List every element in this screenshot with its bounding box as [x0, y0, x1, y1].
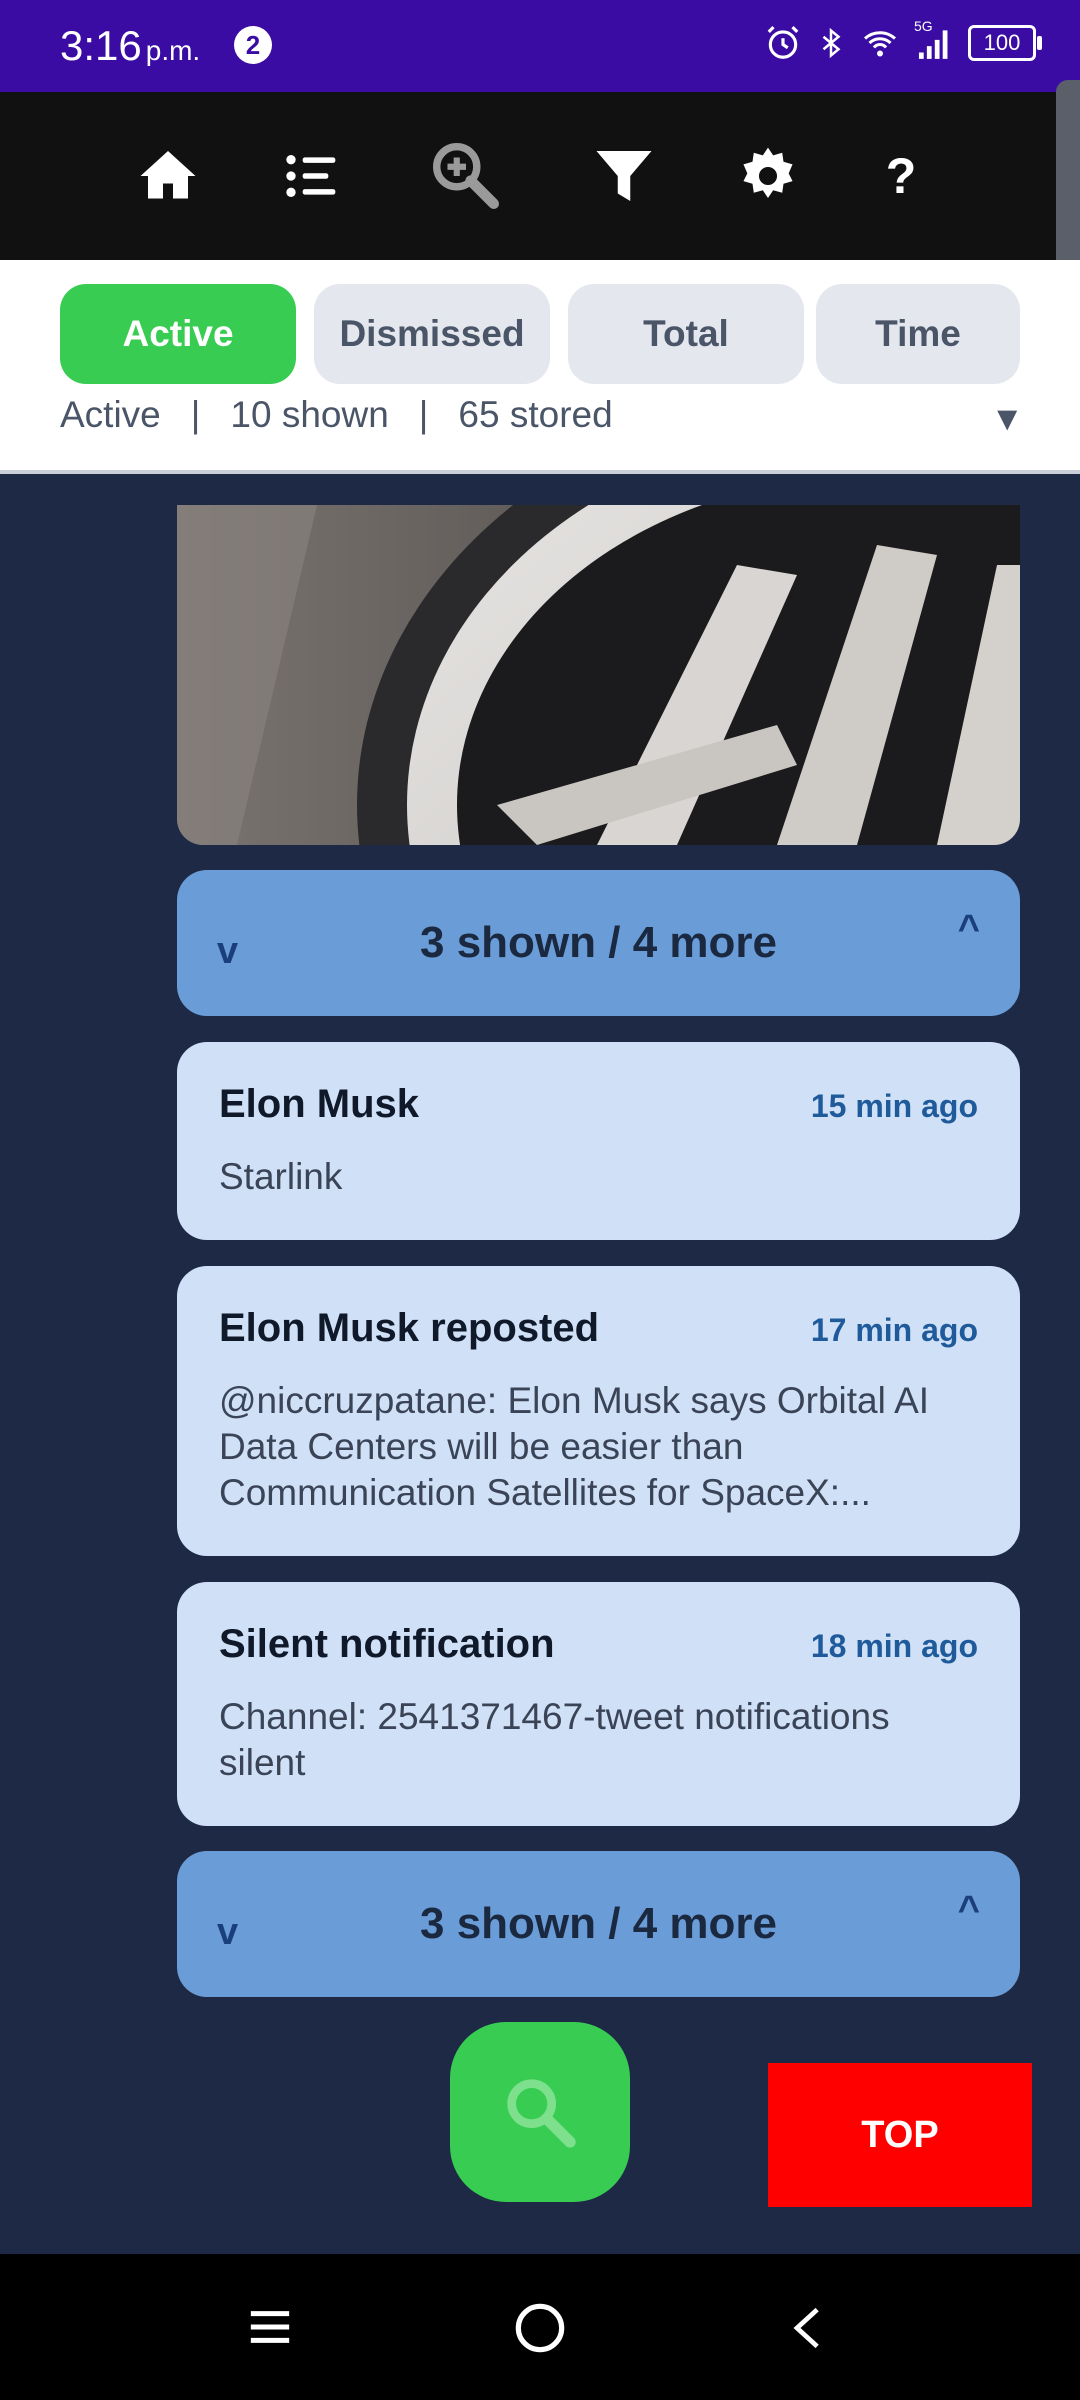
search-icon	[507, 2079, 576, 2148]
wifi-icon	[864, 31, 896, 57]
help-icon[interactable]: ?	[861, 136, 941, 216]
summary-state: Active	[60, 394, 161, 435]
battery-indicator: 100	[968, 25, 1042, 61]
separator: |	[418, 394, 429, 435]
tab-time[interactable]: Time	[816, 284, 1020, 384]
clock: 3:16 p.m.	[60, 22, 201, 69]
notification-body: Starlink	[219, 1156, 343, 1197]
group-header[interactable]: v 3 shown / 4 more ^	[177, 1851, 1020, 1997]
summary-shown: 10 shown	[230, 394, 389, 435]
menu-icon[interactable]	[246, 2304, 294, 2350]
group-header[interactable]: v 3 shown / 4 more ^	[177, 870, 1020, 1016]
summary-line: Active | 10 shown | 65 stored	[60, 394, 613, 436]
network-type: 5G	[914, 18, 933, 34]
alarm-icon	[767, 26, 799, 59]
notification-time: 15 min ago	[810, 1088, 978, 1124]
group-count-label: 3 shown / 4 more	[420, 918, 777, 967]
filter-bar: Active Dismissed Total Time Active | 10 sh…	[0, 260, 1080, 470]
notification-body: @niccruzpatane: Elon Musk says Orbital A…	[219, 1380, 930, 1513]
back-icon[interactable]	[786, 2302, 830, 2354]
search-fab-button[interactable]	[450, 2022, 630, 2202]
home-circle-icon[interactable]	[514, 2302, 566, 2354]
home-icon[interactable]	[128, 136, 208, 216]
status-bar: 3:16 p.m. 2 5G 100	[0, 0, 1080, 92]
zoom-in-icon[interactable]	[426, 136, 506, 216]
divider	[0, 470, 1080, 474]
dropdown-arrow-icon[interactable]: ▼	[990, 400, 1024, 439]
notification-image[interactable]	[177, 505, 1020, 845]
notification-time: 18 min ago	[810, 1628, 978, 1664]
group-count-label: 3 shown / 4 more	[420, 1899, 777, 1948]
notification-card[interactable]: Elon Musk 15 min ago Starlink	[177, 1042, 1020, 1240]
notification-body: Channel: 2541371467-tweet notifications …	[219, 1696, 890, 1783]
notification-count-badge: 2	[234, 26, 272, 64]
top-toolbar: ?	[0, 92, 1080, 260]
scroll-to-top-button[interactable]: TOP	[768, 2063, 1032, 2207]
notification-time: 17 min ago	[810, 1312, 978, 1348]
expand-up-icon[interactable]: ^	[958, 908, 980, 951]
notification-card[interactable]: Elon Musk reposted 17 min ago @niccruzpa…	[177, 1266, 1020, 1556]
tab-dismissed[interactable]: Dismissed	[314, 284, 550, 384]
notification-title: Silent notification	[219, 1622, 555, 1666]
settings-icon[interactable]	[728, 136, 808, 216]
expand-up-icon[interactable]: ^	[958, 1889, 980, 1932]
filter-icon[interactable]	[584, 136, 664, 216]
summary-stored: 65 stored	[458, 394, 613, 435]
signal-icon: 5G	[914, 18, 954, 62]
notification-title: Elon Musk reposted	[219, 1306, 600, 1350]
separator: |	[190, 394, 201, 435]
notification-card[interactable]: Silent notification 18 min ago Channel: …	[177, 1582, 1020, 1826]
system-nav-bar	[0, 2254, 1080, 2400]
bluetooth-icon	[822, 27, 841, 59]
list-icon[interactable]	[272, 136, 352, 216]
tab-total[interactable]: Total	[568, 284, 804, 384]
tab-active[interactable]: Active	[60, 284, 296, 384]
notification-title: Elon Musk	[219, 1082, 420, 1126]
